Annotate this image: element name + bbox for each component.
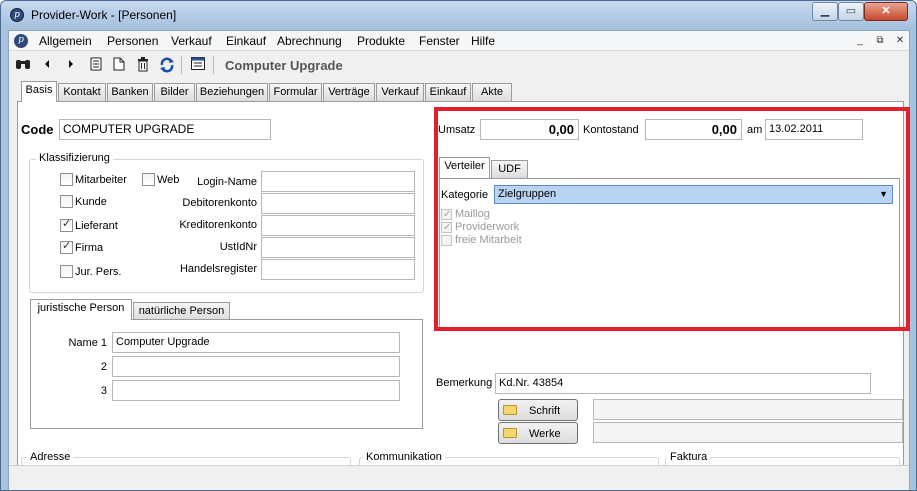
tab-juristische-person[interactable]: juristische Person [30, 299, 132, 320]
menu-allgemein[interactable]: Allgemein [39, 34, 92, 48]
mitarbeiter-checkbox[interactable] [60, 173, 73, 186]
tab-verteiler[interactable]: Verteiler [439, 157, 490, 178]
handelsregister-label: Handelsregister [179, 263, 257, 275]
mdi-close-button[interactable]: ✕ [892, 34, 908, 48]
menu-einkauf[interactable]: Einkauf [226, 34, 266, 48]
window-title: Provider-Work - [Personen] [31, 8, 177, 22]
firma-label: Firma [75, 242, 104, 254]
toolbar: Computer Upgrade [9, 52, 909, 78]
menu-bar: p Allgemein Personen Verkauf Einkauf Abr… [9, 31, 909, 51]
binoculars-icon[interactable] [15, 57, 31, 73]
tab-kontakt[interactable]: Kontakt [58, 83, 106, 101]
tab-beziehungen[interactable]: Beziehungen [196, 83, 268, 101]
adresse-title: Adresse [27, 451, 74, 463]
trash-icon[interactable] [135, 57, 151, 73]
lieferant-checkbox[interactable]: ✓ [60, 218, 73, 232]
kreditorenkonto-label: Kreditorenkonto [179, 219, 257, 231]
check-icon: ✓ [62, 240, 72, 252]
title-bar[interactable]: p Provider-Work - [Personen] ▁ ▭ ✕ [1, 1, 916, 29]
minimize-button[interactable]: ▁ [812, 2, 838, 21]
jur-pers-label: Jur. Pers. [75, 266, 122, 278]
toolbar-separator [213, 56, 214, 74]
menu-produkte[interactable]: Produkte [357, 34, 405, 48]
mdi-restore-button[interactable]: ⧉ [872, 34, 888, 48]
login-name-field[interactable] [261, 171, 415, 192]
kreditorenkonto-field[interactable] [261, 215, 415, 236]
faktura-title: Faktura [667, 451, 711, 463]
menu-fenster[interactable]: Fenster [419, 34, 460, 48]
folder-icon [503, 428, 517, 438]
name2-field[interactable] [112, 356, 400, 377]
close-button[interactable]: ✕ [864, 2, 908, 21]
menu-hilfe[interactable]: Hilfe [471, 34, 495, 48]
check-icon: ✓ [62, 218, 72, 230]
code-label: Code [21, 122, 54, 137]
toolbar-separator [181, 56, 182, 74]
menu-personen[interactable]: Personen [107, 34, 158, 48]
kunde-checkbox[interactable] [60, 195, 73, 208]
web-checkbox[interactable] [142, 173, 155, 186]
highlight-box [434, 107, 910, 331]
handelsregister-field[interactable] [261, 259, 415, 280]
tab-formular[interactable]: Formular [269, 83, 322, 101]
next-icon[interactable] [63, 57, 79, 73]
app-logo-icon[interactable]: p [10, 8, 24, 22]
tab-akte[interactable]: Akte [472, 83, 512, 101]
code-field[interactable]: COMPUTER UPGRADE [59, 119, 271, 140]
client-area: p Allgemein Personen Verkauf Einkauf Abr… [8, 30, 910, 490]
name3-field[interactable] [112, 380, 400, 401]
werke-path-field[interactable] [593, 422, 903, 443]
werke-button-label: Werke [529, 428, 561, 440]
name1-field[interactable]: Computer Upgrade [112, 332, 400, 353]
tab-verkauf[interactable]: Verkauf [376, 83, 424, 101]
mitarbeiter-label: Mitarbeiter [75, 174, 127, 186]
tab-vertraege[interactable]: Verträge [323, 83, 375, 101]
tab-einkauf[interactable]: Einkauf [425, 83, 471, 101]
mdi-minimize-button[interactable]: _ [852, 34, 868, 48]
debitorenkonto-label: Debitorenkonto [182, 197, 257, 209]
firma-checkbox[interactable]: ✓ [60, 240, 73, 254]
new-icon[interactable] [111, 57, 127, 73]
kommunikation-title: Kommunikation [363, 451, 445, 463]
refresh-icon[interactable] [159, 57, 175, 73]
prev-icon[interactable] [39, 57, 55, 73]
bemerkung-field[interactable]: Kd.Nr. 43854 [495, 373, 871, 394]
name3-label: 3 [100, 385, 107, 397]
schrift-path-field[interactable] [593, 399, 903, 420]
list-icon[interactable] [190, 57, 206, 73]
lieferant-label: Lieferant [75, 220, 118, 232]
ustidnr-field[interactable] [261, 237, 415, 258]
record-title: Computer Upgrade [225, 58, 343, 73]
tab-natuerliche-person[interactable]: natürliche Person [133, 302, 230, 320]
menu-verkauf[interactable]: Verkauf [171, 34, 212, 48]
ustidnr-label: UstIdNr [219, 241, 257, 253]
status-bar [9, 465, 909, 490]
klassifizierung-title: Klassifizierung [36, 152, 113, 164]
bemerkung-label: Bemerkung [436, 377, 493, 389]
document-app-icon[interactable]: p [14, 34, 28, 48]
kunde-label: Kunde [75, 196, 107, 208]
tab-basis[interactable]: Basis [21, 81, 57, 102]
folder-icon [503, 405, 517, 415]
jur-pers-checkbox[interactable] [60, 265, 73, 278]
maximize-button[interactable]: ▭ [838, 2, 864, 21]
name1-label: Name 1 [68, 337, 107, 349]
schrift-button-label: Schrift [529, 405, 561, 417]
werke-button[interactable]: Werke [498, 422, 578, 444]
schrift-button[interactable]: Schrift [498, 399, 578, 421]
tab-bilder[interactable]: Bilder [154, 83, 195, 101]
login-name-label: Login-Name [197, 176, 257, 188]
name2-label: 2 [100, 361, 107, 373]
debitorenkonto-field[interactable] [261, 193, 415, 214]
document-icon[interactable] [88, 57, 104, 73]
app-window: p Provider-Work - [Personen] ▁ ▭ ✕ p All… [0, 0, 917, 491]
tab-banken[interactable]: Banken [107, 83, 153, 101]
menu-abrechnung[interactable]: Abrechnung [277, 34, 342, 48]
